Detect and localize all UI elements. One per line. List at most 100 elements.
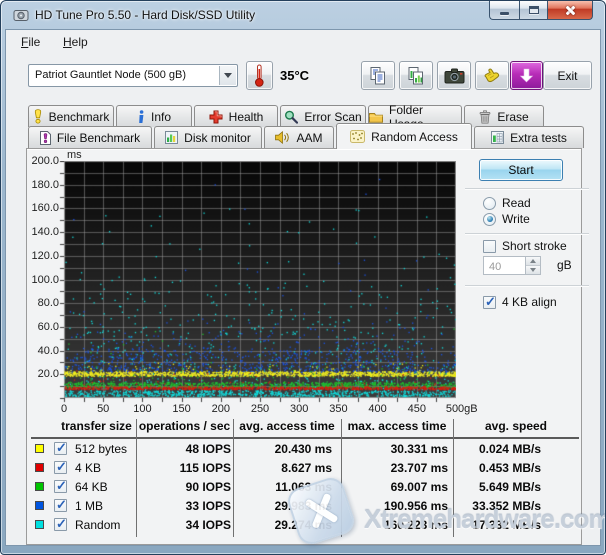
- max-access-value: 69.007 ms: [390, 480, 448, 494]
- y-tick-label: 60.0: [37, 320, 59, 333]
- y-tick-label: 80.0: [37, 297, 59, 310]
- avg-access-value: 29.274 ms: [274, 518, 332, 532]
- table-row: 512 bytes 48 IOPS 20.430 ms 30.331 ms 0.…: [31, 440, 579, 458]
- short-stroke-label: Short stroke: [502, 239, 567, 253]
- series-checkbox[interactable]: [54, 440, 67, 456]
- tab-extra-tests-label: Extra tests: [510, 130, 567, 145]
- avg-access-value: 29.983 ms: [274, 499, 332, 513]
- max-access-value: 23.707 ms: [390, 461, 448, 475]
- drive-select-dropdown-button[interactable]: [219, 66, 236, 85]
- table-row: 1 MB 33 IOPS 29.983 ms 190.956 ms 33.352…: [31, 497, 579, 515]
- spinner-up-button[interactable]: [526, 257, 540, 266]
- random-access-chart: [59, 161, 456, 403]
- menu-bar: File Help: [6, 30, 600, 54]
- avg-speed-value: 33.352 MB/s: [472, 499, 541, 513]
- tab-random-access[interactable]: Random Access: [336, 123, 472, 149]
- random-access-panel: ms 200.0 180.0 160.0 140.0 120.0 100.0 80.0 60.…: [26, 148, 589, 545]
- copy-text-icon: [370, 66, 385, 84]
- menu-file[interactable]: File: [16, 34, 45, 50]
- ops-value: 48 IOPS: [185, 442, 231, 456]
- temperature-button[interactable]: [246, 61, 273, 90]
- col-header-avg-access: avg. access time: [239, 419, 335, 433]
- tab-info[interactable]: Info: [116, 105, 192, 127]
- series-label: 4 KB: [75, 461, 102, 475]
- y-tick-label: 200.0: [31, 155, 59, 167]
- maximize-icon: [528, 6, 539, 14]
- short-stroke-size-input[interactable]: [484, 257, 525, 274]
- tab-disk-monitor[interactable]: Disk monitor: [154, 126, 262, 148]
- health-cross-icon: [209, 110, 223, 124]
- series-checkbox[interactable]: [54, 478, 67, 494]
- align-label: 4 KB align: [502, 295, 557, 309]
- tab-aam[interactable]: AAM: [264, 126, 334, 148]
- max-access-value: 30.331 ms: [390, 442, 448, 456]
- tab-extra-tests[interactable]: Extra tests: [474, 126, 584, 148]
- series-checkbox[interactable]: [54, 459, 67, 475]
- exit-button-label: Exit: [557, 68, 578, 83]
- thermometer-icon: [255, 64, 264, 87]
- exit-button[interactable]: Exit: [543, 61, 592, 90]
- stroke-unit-label: gB: [557, 258, 572, 272]
- extra-tests-icon: [491, 131, 505, 144]
- series-color-swatch: [35, 501, 44, 510]
- info-icon: [137, 109, 145, 124]
- window-title: HD Tune Pro 5.50 - Hard Disk/SSD Utility: [35, 8, 256, 22]
- copy-image-button[interactable]: [399, 61, 433, 90]
- screenshot-button[interactable]: [437, 61, 471, 90]
- temperature-value: 35°C: [280, 68, 310, 83]
- speaker-icon: [275, 131, 290, 144]
- read-radio-row[interactable]: Read: [483, 196, 531, 210]
- x-tick-label: 150: [172, 403, 191, 415]
- series-color-swatch: [35, 444, 44, 453]
- tab-disk-monitor-label: Disk monitor: [184, 130, 251, 145]
- tab-aam-label: AAM: [296, 130, 323, 145]
- drive-select[interactable]: Patriot Gauntlet Node (500 gB): [28, 64, 238, 87]
- series-checkbox[interactable]: [54, 497, 67, 513]
- header-underline: [31, 437, 579, 439]
- short-stroke-size-spinner[interactable]: [483, 256, 541, 275]
- close-button[interactable]: [548, 1, 593, 20]
- separator: [465, 285, 589, 287]
- menu-help[interactable]: Help: [58, 34, 93, 50]
- short-stroke-checkbox[interactable]: [483, 239, 496, 253]
- y-tick-label: 160.0: [31, 202, 59, 215]
- download-button[interactable]: [510, 61, 543, 90]
- tab-benchmark[interactable]: Benchmark: [28, 105, 114, 127]
- minimize-button[interactable]: [489, 1, 519, 20]
- short-stroke-row[interactable]: Short stroke: [483, 239, 567, 253]
- scatter-icon: [350, 130, 366, 143]
- col-header-transfer-size: transfer size: [61, 419, 132, 433]
- x-tick-label: 250: [250, 403, 270, 415]
- copy-image-icon: [408, 66, 423, 84]
- align-row[interactable]: 4 KB align: [483, 294, 557, 310]
- separator: [465, 188, 589, 190]
- read-radio[interactable]: [483, 196, 496, 210]
- benchmark-exclamation-icon: [33, 109, 43, 124]
- y-tick-label: 100.0: [31, 273, 59, 286]
- magnifier-icon: [284, 110, 299, 124]
- title-bar[interactable]: HD Tune Pro 5.50 - Hard Disk/SSD Utility: [1, 1, 605, 29]
- col-header-max-access: max. access time: [347, 419, 447, 433]
- maximize-button[interactable]: [519, 1, 548, 20]
- series-color-swatch: [35, 482, 44, 491]
- tab-erase[interactable]: Erase: [464, 105, 544, 127]
- tab-health[interactable]: Health: [194, 105, 278, 127]
- write-radio[interactable]: [483, 212, 496, 226]
- align-checkbox[interactable]: [483, 294, 496, 310]
- ops-value: 115 IOPS: [179, 461, 231, 475]
- y-tick-label: 180.0: [31, 178, 59, 191]
- x-tick-label: 500gB: [445, 403, 478, 415]
- chevron-down-icon: [530, 268, 536, 272]
- y-tick-label: 120.0: [31, 249, 59, 262]
- spinner-down-button[interactable]: [526, 266, 540, 274]
- write-radio-row[interactable]: Write: [483, 212, 530, 226]
- series-label: 64 KB: [75, 480, 108, 494]
- copy-text-button[interactable]: [361, 61, 395, 90]
- hand-button[interactable]: [475, 61, 509, 90]
- y-axis-unit: ms: [67, 149, 82, 161]
- x-tick-label: 400: [368, 403, 387, 415]
- ops-value: 34 IOPS: [185, 518, 231, 532]
- start-button[interactable]: Start: [479, 159, 563, 181]
- tab-file-benchmark[interactable]: File Benchmark: [28, 126, 152, 148]
- series-checkbox[interactable]: [54, 516, 67, 532]
